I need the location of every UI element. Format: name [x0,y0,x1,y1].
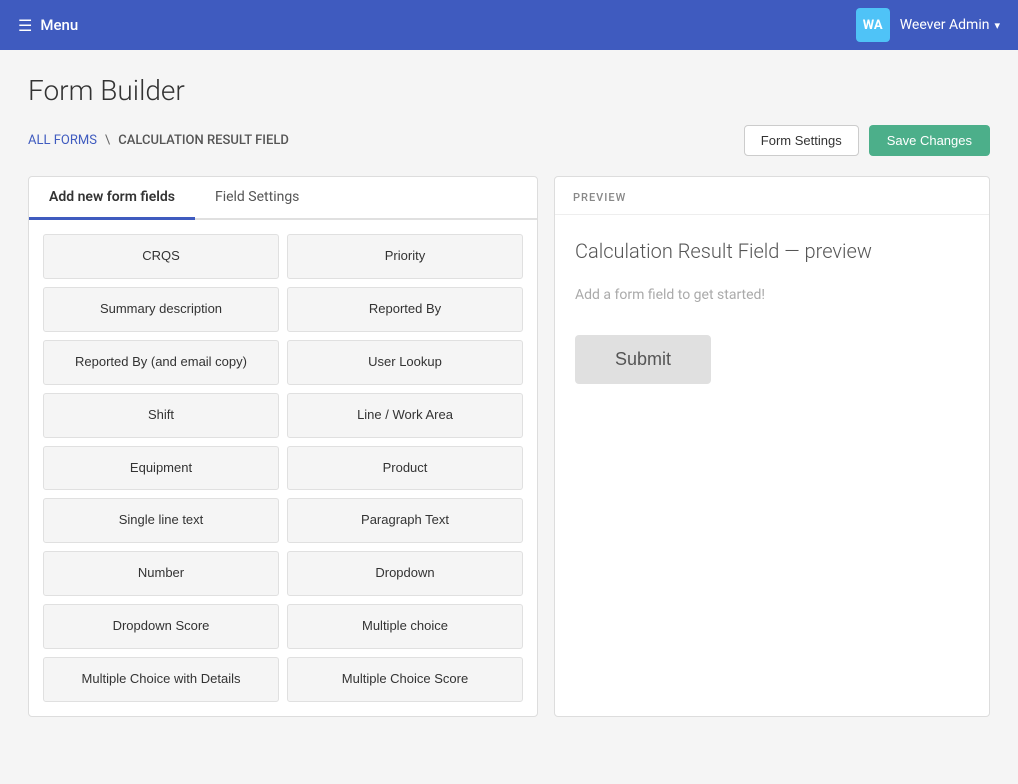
admin-name: Weever Admin ▾ [900,17,1000,33]
preview-label: PREVIEW [555,177,989,215]
field-dropdown-score[interactable]: Dropdown Score [43,604,279,649]
breadcrumb-separator: \ [105,133,110,148]
menu-label: Menu [40,16,78,34]
field-dropdown[interactable]: Dropdown [287,551,523,596]
left-panel: Add new form fields Field Settings CRQS … [28,176,538,717]
hamburger-icon: ☰ [18,16,32,35]
nav-right: WA Weever Admin ▾ [856,8,1000,42]
page-title: Form Builder [28,74,990,107]
field-multiple-choice-with-details[interactable]: Multiple Choice with Details [43,657,279,702]
field-number[interactable]: Number [43,551,279,596]
preview-body: Calculation Result Field — preview Add a… [555,215,989,408]
field-multiple-choice[interactable]: Multiple choice [287,604,523,649]
tabs: Add new form fields Field Settings [29,177,537,220]
fields-grid: CRQS Priority Summary description Report… [29,220,537,716]
breadcrumb-actions: Form Settings Save Changes [744,125,990,156]
nav-menu[interactable]: ☰ Menu [18,16,78,35]
field-reported-by[interactable]: Reported By [287,287,523,332]
field-product[interactable]: Product [287,446,523,491]
avatar: WA [856,8,890,42]
breadcrumb: ALL FORMS \ CALCULATION RESULT FIELD [28,133,289,148]
caret-icon: ▾ [994,19,1000,32]
field-crqs[interactable]: CRQS [43,234,279,279]
panels: Add new form fields Field Settings CRQS … [28,176,990,717]
field-equipment[interactable]: Equipment [43,446,279,491]
tab-field-settings[interactable]: Field Settings [195,177,319,220]
field-user-lookup[interactable]: User Lookup [287,340,523,385]
field-reported-by-email[interactable]: Reported By (and email copy) [43,340,279,385]
breadcrumb-current: CALCULATION RESULT FIELD [118,133,289,148]
tab-add-fields[interactable]: Add new form fields [29,177,195,220]
field-shift[interactable]: Shift [43,393,279,438]
preview-title: Calculation Result Field — preview [575,239,969,263]
field-paragraph-text[interactable]: Paragraph Text [287,498,523,543]
field-multiple-choice-score[interactable]: Multiple Choice Score [287,657,523,702]
breadcrumb-bar: ALL FORMS \ CALCULATION RESULT FIELD For… [28,125,990,156]
field-line-work-area[interactable]: Line / Work Area [287,393,523,438]
field-summary-description[interactable]: Summary description [43,287,279,332]
field-single-line-text[interactable]: Single line text [43,498,279,543]
preview-empty-message: Add a form field to get started! [575,287,969,303]
navbar: ☰ Menu WA Weever Admin ▾ [0,0,1018,50]
form-settings-button[interactable]: Form Settings [744,125,859,156]
save-changes-button[interactable]: Save Changes [869,125,990,156]
main-content: Form Builder ALL FORMS \ CALCULATION RES… [0,50,1018,741]
breadcrumb-link[interactable]: ALL FORMS [28,133,97,148]
field-priority[interactable]: Priority [287,234,523,279]
right-panel: PREVIEW Calculation Result Field — previ… [554,176,990,717]
preview-submit-button[interactable]: Submit [575,335,711,384]
